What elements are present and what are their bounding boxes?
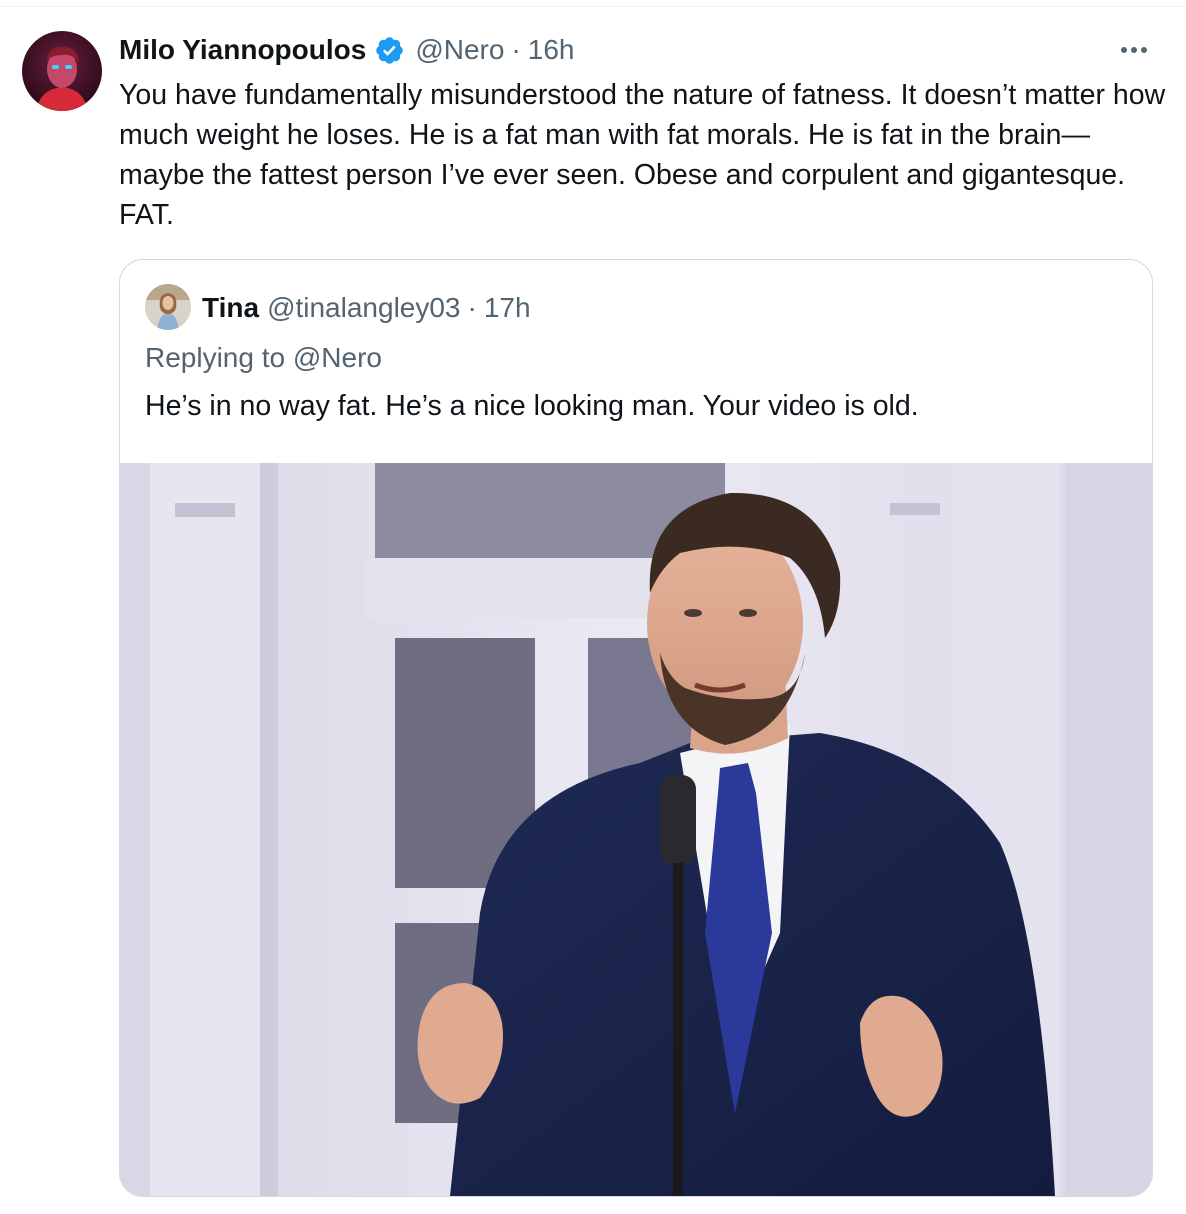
- top-divider: [0, 6, 1186, 7]
- tweet-time[interactable]: 16h: [528, 34, 575, 66]
- quoted-author-name[interactable]: Tina: [202, 292, 259, 324]
- quoted-author-avatar[interactable]: [145, 284, 191, 330]
- verified-badge-icon: [376, 36, 404, 64]
- tweet-text: You have fundamentally misunderstood the…: [119, 79, 1166, 231]
- quoted-tweet-text: He’s in no way fat. He’s a nice looking …: [145, 390, 919, 422]
- author-avatar[interactable]: [22, 31, 102, 111]
- replying-to: Replying to @Nero: [145, 342, 382, 373]
- quoted-meta-separator: ·: [467, 292, 477, 323]
- more-options-icon[interactable]: [1114, 38, 1154, 62]
- quoted-tweet-header: Tina @tinalangley03 · 17h: [202, 288, 531, 328]
- author-name[interactable]: Milo Yiannopoulos: [119, 34, 366, 66]
- quoted-tweet-photo[interactable]: [120, 463, 1152, 1196]
- quoted-tweet[interactable]: Tina @tinalangley03 · 17h Replying to @N…: [119, 259, 1153, 1197]
- tweet-header: Milo Yiannopoulos @Nero · 16h: [119, 30, 575, 70]
- author-handle[interactable]: @Nero: [415, 34, 504, 66]
- quoted-tweet-time[interactable]: 17h: [484, 292, 531, 324]
- quoted-author-handle[interactable]: @tinalangley03: [267, 292, 460, 324]
- meta-separator: ·: [511, 34, 521, 65]
